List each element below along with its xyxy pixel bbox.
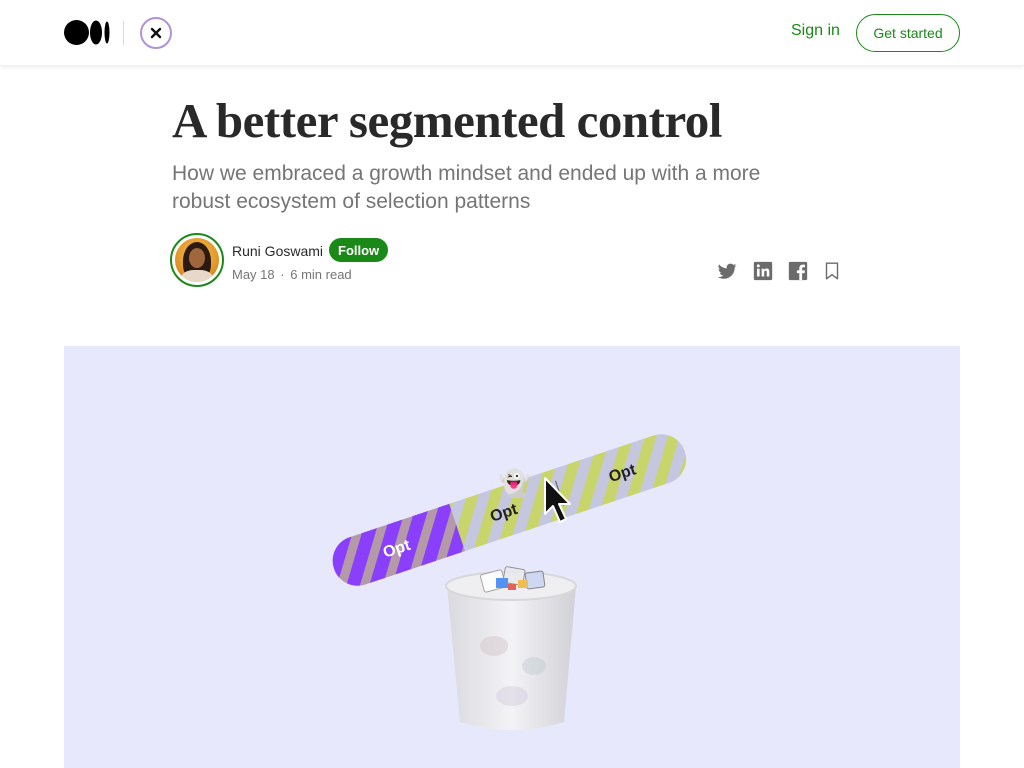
trash-icon: [445, 566, 577, 730]
author-row: Runi Goswami Follow May 18 · 6 min read: [170, 233, 840, 291]
article-subtitle: How we embraced a growth mindset and end…: [172, 162, 761, 213]
ghost-icon: 👻: [498, 467, 530, 499]
hero-illustration: Opt Opt Opt 👻: [64, 346, 960, 768]
meta-separator: ·: [280, 267, 285, 282]
bookmark-button[interactable]: [821, 260, 843, 282]
read-time: 6 min read: [290, 267, 352, 282]
author-name[interactable]: Runi Goswami: [232, 243, 323, 259]
facebook-icon: [788, 261, 808, 281]
article-meta: May 18 · 6 min read: [232, 267, 352, 282]
sign-in-link[interactable]: Sign in: [791, 22, 840, 40]
publish-date: May 18: [232, 267, 275, 282]
article-title: A better segmented control: [172, 93, 722, 148]
top-navigation: Sign in Get started: [0, 0, 1024, 66]
linkedin-icon: [753, 261, 773, 281]
twitter-icon: [717, 263, 737, 279]
medium-logo[interactable]: [64, 19, 110, 46]
close-icon: [150, 27, 162, 39]
twitter-share-button[interactable]: [716, 260, 738, 282]
bookmark-icon: [825, 262, 839, 280]
publication-logo[interactable]: [140, 17, 172, 49]
facebook-share-button[interactable]: [787, 260, 809, 282]
nav-divider: [123, 21, 124, 45]
follow-button[interactable]: Follow: [329, 238, 389, 262]
linkedin-share-button[interactable]: [752, 260, 774, 282]
get-started-button[interactable]: Get started: [856, 14, 960, 52]
avatar[interactable]: [170, 233, 224, 287]
